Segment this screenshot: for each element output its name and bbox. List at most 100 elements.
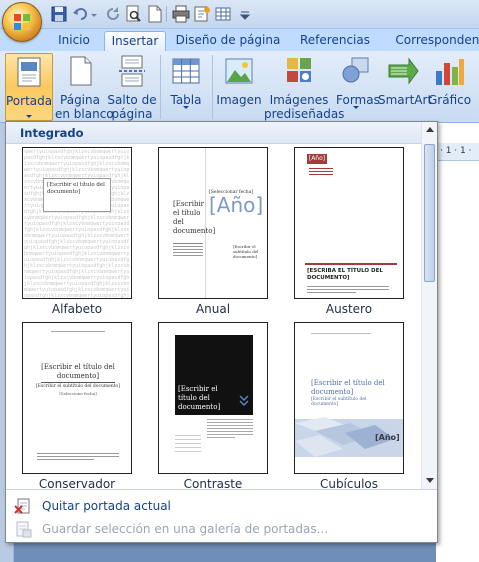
table-qat-icon[interactable] [214,5,232,23]
contraste-title: [Escribir el título del documento] [178,385,221,411]
smartart-button[interactable]: SmartArt [378,53,433,121]
print-preview-icon[interactable] [124,5,142,23]
ribbon-group-separator [160,55,161,119]
gallery-body: qwertyuiopasdfghjklzxcvbnmqwertyuiopasdf… [6,144,421,489]
cover-page-icon [17,57,41,87]
austero-text-lines [307,286,389,294]
undo-dropdown-icon[interactable] [90,5,98,23]
portada-button[interactable]: Portada [5,53,53,121]
tab-referencias[interactable]: Referencias [294,31,376,51]
save-to-gallery-icon [16,521,32,538]
imagenes-predisenadas-button[interactable]: Imágenes prediseñadas [264,53,345,121]
print-icon[interactable] [172,5,190,23]
grafico-label: Gráfico [428,93,472,107]
portada-label: Portada [6,94,53,108]
pagina-en-blanco-button[interactable]: Página en blanco [55,53,114,121]
clip-art-icon [287,58,311,82]
tabla-label: Tabla [170,93,202,107]
cover-thumb-anual[interactable]: [Seleccionar fecha] [Escribir el título … [158,147,268,299]
menu-label-guardar-seleccion: Guardar selección en una galería de port… [42,522,329,536]
tab-diseno-de-pagina[interactable]: Diseño de página [174,31,282,51]
menu-label-quitar-portada: Quitar portada actual [42,499,171,513]
cover-name-conservador: Conservador [38,477,116,489]
redo-icon[interactable] [104,5,122,23]
undo-icon[interactable] [72,5,90,23]
cover-name-austero: Austero [325,302,373,316]
spelling-icon[interactable] [193,5,211,23]
document-icon[interactable] [146,5,164,23]
grafico-button[interactable]: Gráfico [428,53,472,121]
conservador-text-lines [37,453,119,460]
picture-icon [225,58,253,84]
office-button[interactable] [2,2,42,42]
imagenes-predisenadas-label-1: Imágenes [269,93,329,107]
qat-customize-icon[interactable] [236,5,254,23]
gallery-footer-menu: Quitar portada actual Guardar selección … [6,489,437,542]
ruler-marks: · 1 · 1 · [440,146,472,156]
cover-name-anual: Anual [195,302,231,316]
page-break-icon [119,55,145,87]
qat-separator [166,6,167,22]
scroll-down-button[interactable] [422,472,438,488]
smartart-label: SmartArt [378,93,433,107]
scroll-up-button[interactable] [422,122,438,138]
ribbon-insertar: Portada Página en blanco Salto de página… [0,51,479,123]
cubiculos-subtitle: [Escribir el subtítulo del documento] [311,397,367,407]
conservador-title: [Escribir el título del documento] [41,363,115,380]
cover-thumb-contraste[interactable]: [Escribir el título del documento] [158,322,268,474]
imagen-button[interactable]: Imagen [216,53,262,121]
salto-de-pagina-label-1: Salto de [107,93,157,107]
formas-dropdown-arrow-icon [353,106,359,109]
cover-thumb-alfabeto[interactable]: qwertyuiopasdfghjklzxcvbnmqwertyuiopasdf… [22,147,132,299]
shapes-icon [342,57,369,83]
smartart-icon [388,57,419,85]
chart-icon [436,59,464,85]
formas-button[interactable]: Formas [336,53,380,121]
ribbon-group-separator [212,55,213,119]
tab-inicio[interactable]: Inicio [52,31,96,51]
austero-header-lines [309,168,333,182]
conservador-date: [Seleccione fecha] [59,391,97,396]
imagen-label: Imagen [216,93,262,107]
cover-thumb-cubiculos[interactable]: [Escribir el título del documento] [Escr… [294,322,404,474]
cover-page-gallery: Integrado qwertyuiopasdfghjklzxcvbnmqwer… [5,121,438,543]
save-icon[interactable] [50,5,68,23]
scroll-down-arrow-icon [426,478,434,483]
salto-de-pagina-label-2: página [111,107,153,121]
scroll-up-arrow-icon [426,127,434,132]
imagenes-predisenadas-label-2: prediseñadas [264,107,345,121]
tabla-dropdown-arrow-icon [183,106,189,109]
gallery-header-integrado: Integrado [6,122,437,144]
horizontal-ruler[interactable]: · 1 · 1 · [436,143,479,161]
cover-thumb-austero[interactable]: [Año] [ESCRIBA EL TÍTULO DEL DOCUMENTO] [294,147,404,299]
tab-correspondencia[interactable]: Correspondencia [386,31,479,51]
office-logo-icon [14,14,30,30]
contraste-side-lines [175,435,201,452]
conservador-rule [41,382,115,383]
contraste-chevron-icon [239,395,249,407]
menu-item-quitar-portada[interactable]: Quitar portada actual [6,494,437,518]
tab-insertar[interactable]: Insertar [104,31,166,51]
blank-page-icon [70,56,92,86]
tabla-button[interactable]: Tabla [164,53,208,121]
salto-de-pagina-button[interactable]: Salto de página [107,53,157,121]
anual-text-lines [173,243,203,261]
conservador-top-line [51,331,105,332]
gallery-scrollbar[interactable] [421,122,437,489]
alfabeto-letter-pattern: qwertyuiopasdfghjklzxcvbnmqwertyuiopasdf… [24,149,130,299]
anual-subtitle: [Escribir el subtítulo del documento] [233,244,259,259]
scroll-thumb[interactable] [424,144,435,282]
cover-name-contraste: Contraste [183,477,243,489]
cover-thumb-conservador[interactable]: [Escribir el título del documento] [Escr… [22,322,132,474]
cubiculos-cubes-graphic [295,417,403,473]
anual-title: [Escribir el título del documento] [173,200,216,235]
contraste-text-lines [207,419,253,438]
document-area[interactable] [436,123,479,562]
pagina-en-blanco-label-1: Página [60,93,100,107]
anual-divider [205,148,206,298]
anual-year: [Año] [209,193,264,217]
formas-label: Formas [336,93,380,107]
conservador-subtitle: [Escribir el subtítulo del documento] [35,384,121,389]
cubiculos-title: [Escribir el título del documento] [311,379,385,396]
title-bar [0,0,479,29]
